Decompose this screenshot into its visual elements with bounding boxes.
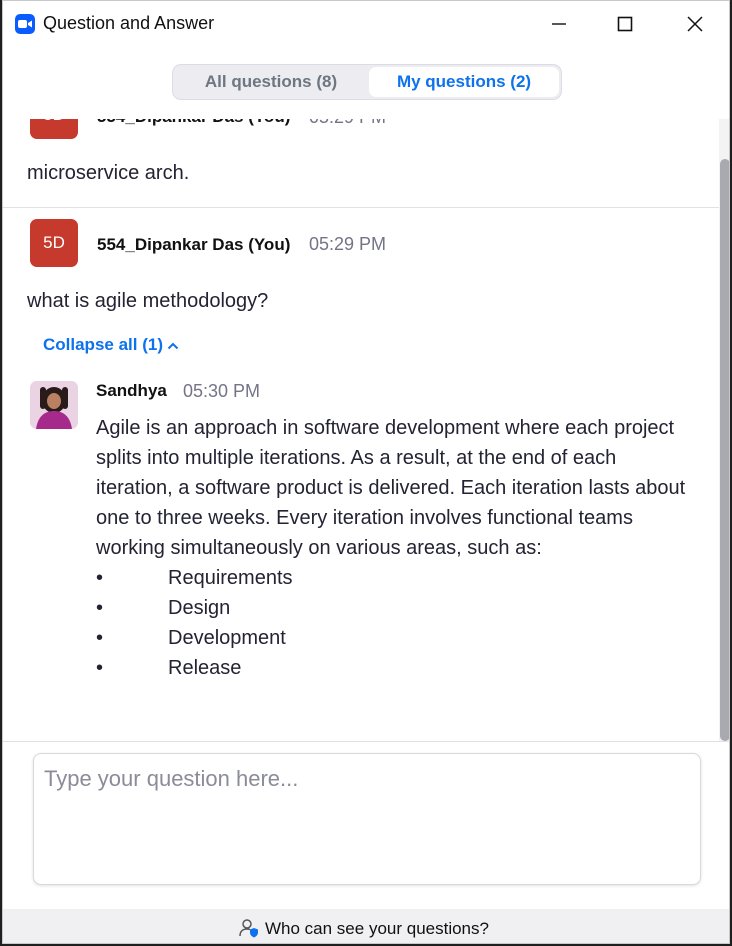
minimize-icon (552, 23, 566, 25)
scrollbar-thumb[interactable] (720, 159, 729, 741)
divider (3, 741, 729, 742)
collapse-label: Collapse all (1) (43, 335, 163, 354)
list-item: • Design (96, 597, 231, 619)
collapse-all-button[interactable]: Collapse all (1) (43, 335, 179, 355)
window-title: Question and Answer (43, 13, 215, 33)
answer-time: 05:30 PM (183, 381, 261, 401)
user-shield-icon (239, 919, 258, 938)
minimize-button[interactable] (539, 9, 579, 39)
question-author: 554_Dipankar Das (You) (97, 235, 291, 254)
close-icon (687, 16, 703, 32)
answer-bullet-list: • Requirements • Design • Development • Rele… (96, 563, 696, 683)
question-input[interactable] (34, 754, 700, 884)
close-button[interactable] (675, 9, 715, 39)
avatar (30, 381, 78, 429)
question-tabs: All questions (8) My questions (2) (172, 64, 562, 100)
list-item: • Requirements (96, 567, 293, 589)
tab-all-questions[interactable]: All questions (8) (175, 67, 367, 97)
question-input-box[interactable] (33, 753, 701, 885)
maximize-icon (617, 16, 633, 32)
question-author: 554_Dipankar Das (You) (97, 119, 290, 127)
answer-body: Agile is an approach in software develop… (96, 413, 696, 683)
chevron-up-icon (167, 342, 179, 349)
tab-my-questions[interactable]: My questions (2) (369, 67, 559, 97)
privacy-info-label: Who can see your questions? (265, 919, 489, 938)
question-text: what is agile methodology? (27, 290, 269, 312)
question-time: 05:29 PM (309, 119, 386, 128)
privacy-info-link[interactable]: Who can see your questions? (3, 909, 729, 943)
list-item: • Development (96, 627, 286, 649)
qa-window: Question and Answer All questions (8) My… (2, 0, 730, 944)
title-bar[interactable]: Question and Answer (3, 1, 729, 47)
question-time: 05:29 PM (309, 234, 387, 254)
question-text: microservice arch. (27, 162, 190, 184)
answer-paragraph: Agile is an approach in software develop… (96, 417, 686, 559)
questions-list[interactable]: 5D 554_Dipankar Das (You) 05:29 PM micro… (3, 119, 719, 741)
avatar: 5D (30, 219, 78, 267)
zoom-video-icon (15, 14, 35, 34)
list-item: • Release (96, 657, 242, 679)
answer-author: Sandhya (96, 381, 167, 400)
divider (3, 207, 719, 208)
maximize-button[interactable] (605, 9, 645, 39)
avatar: 5D (30, 119, 78, 139)
